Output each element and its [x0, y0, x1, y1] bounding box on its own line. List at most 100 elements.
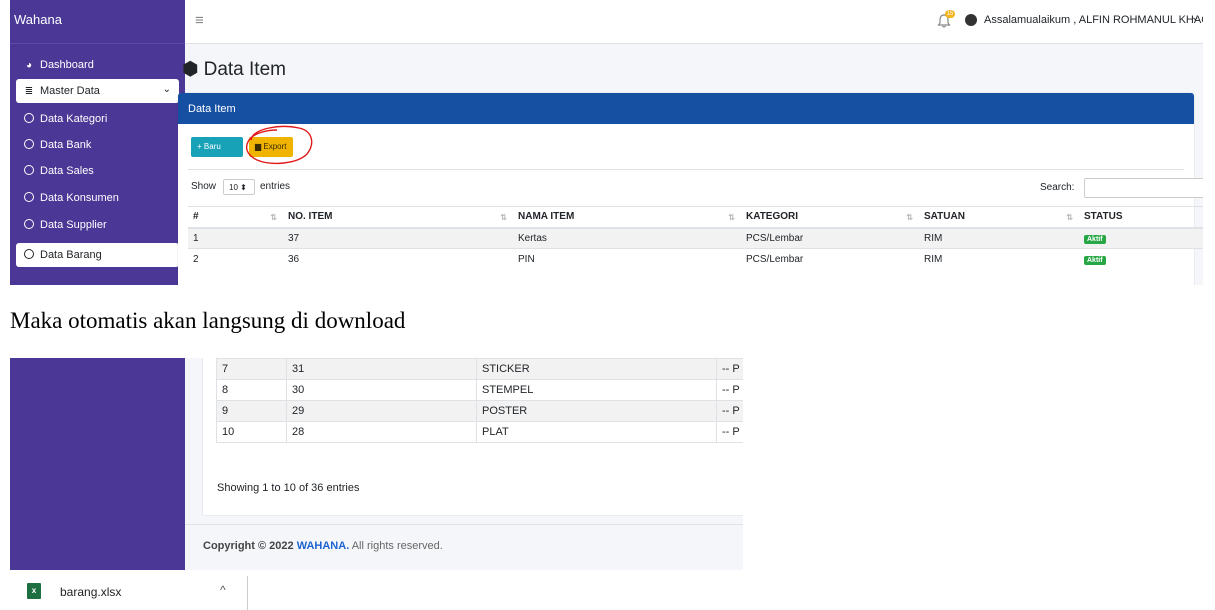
- sort-icon: ⇅: [1066, 213, 1073, 222]
- document-caption: Maka otomatis akan langsung di download: [10, 308, 406, 333]
- column-header[interactable]: SATUAN ⇅: [919, 206, 1079, 229]
- cell-no-item: 31: [286, 358, 477, 380]
- sidebar-brand[interactable]: Wahana: [10, 0, 185, 44]
- card-divider: [188, 169, 1184, 170]
- footer-copyright: Copyright © 2022 WAHANA. All rights rese…: [203, 540, 443, 552]
- cell-number: 7: [216, 358, 287, 380]
- cell-number: 2: [188, 248, 283, 270]
- cell-nama-item: POSTER: [476, 400, 717, 422]
- cell-no-item: 37: [283, 227, 513, 249]
- entries-per-page-select[interactable]: 10 ⬍: [223, 179, 255, 195]
- column-header[interactable]: # ⇅: [188, 206, 283, 229]
- user-avatar-icon: [965, 14, 977, 26]
- table-info: Showing 1 to 10 of 36 entries: [217, 482, 360, 494]
- red-annotation-circle: [245, 125, 313, 165]
- column-header[interactable]: NO. ITEM ⇅: [283, 206, 513, 229]
- cell-number: 1: [188, 227, 283, 249]
- user-greeting[interactable]: Assalamualaikum , ALFIN ROHMANUL KHAQI: [984, 14, 1203, 26]
- dashboard-icon: ◕: [25, 60, 33, 71]
- download-filename[interactable]: barang.xlsx: [60, 585, 121, 599]
- sidebar: [10, 358, 185, 570]
- new-item-button[interactable]: + Baru: [191, 137, 243, 157]
- database-icon: ≣: [24, 86, 34, 97]
- cell-nama-item: PLAT: [476, 421, 717, 443]
- footer-brand-link[interactable]: WAHANA.: [297, 540, 350, 552]
- circle-icon: [24, 192, 34, 202]
- download-bar: x barang.xlsx ^: [0, 574, 1215, 610]
- sort-arrows-icon: ⬍: [240, 183, 247, 192]
- search-input[interactable]: [1084, 178, 1203, 198]
- circle-icon: [24, 165, 34, 175]
- notification-badge: 15: [945, 10, 955, 18]
- cell-number: 9: [216, 400, 287, 422]
- cell-kategori: PCS/Lembar: [741, 227, 919, 249]
- data-item-card: Data Item + Baru ▆ Export Show 10 ⬍ entr…: [178, 93, 1203, 285]
- page-title: ⬢ Data Item: [182, 59, 286, 80]
- card-header: Data Item: [178, 93, 1194, 124]
- chevron-down-icon[interactable]: ⌄: [1191, 12, 1199, 23]
- sort-icon: ⇅: [906, 213, 913, 222]
- chevron-down-icon: ⌄: [162, 84, 171, 95]
- table-row: 10 28 PLAT -- P: [216, 421, 743, 443]
- footer-divider: [185, 524, 743, 525]
- cell-kategori: -- P: [716, 421, 743, 443]
- sidebar-item-data-barang[interactable]: Data Barang: [16, 243, 179, 267]
- entries-label: entries: [260, 181, 291, 192]
- table-header-row: # ⇅ NO. ITEM ⇅ NAMA ITEM ⇅ KATEGORI ⇅ SATUAN…: [188, 206, 1203, 229]
- cell-number: 10: [216, 421, 287, 443]
- chevron-up-icon[interactable]: ^: [220, 583, 226, 597]
- cell-number: 8: [216, 379, 287, 401]
- cell-nama-item: STICKER: [476, 358, 717, 380]
- cell-satuan: RIM: [919, 248, 1079, 270]
- circle-icon: [24, 219, 34, 229]
- cell-kategori: -- P: [716, 400, 743, 422]
- sidebar-item-data-supplier[interactable]: Data Supplier: [16, 213, 179, 237]
- sidebar-item-data-sales[interactable]: Data Sales: [16, 159, 179, 183]
- circle-icon: [24, 249, 34, 259]
- data-table: # ⇅ NO. ITEM ⇅ NAMA ITEM ⇅ KATEGORI ⇅ SATUAN…: [188, 206, 1203, 270]
- sort-icon: ⇅: [270, 213, 277, 222]
- sidebar: Wahana ◕ Dashboard ≣ Master Data ⌄ Data Ka…: [10, 0, 185, 285]
- cell-nama-item: Kertas: [513, 227, 741, 249]
- sidebar-item-data-kategori[interactable]: Data Kategori: [16, 107, 179, 131]
- cell-status: Aktif: [1079, 248, 1203, 270]
- circle-icon: [24, 139, 34, 149]
- status-badge: Aktif: [1084, 234, 1106, 244]
- cell-no-item: 29: [286, 400, 477, 422]
- table-row: 9 29 POSTER -- P: [216, 400, 743, 422]
- search-label: Search:: [1040, 182, 1075, 193]
- cell-no-item: 36: [283, 248, 513, 270]
- sidebar-item-master-data[interactable]: ≣ Master Data ⌄: [16, 79, 179, 103]
- show-label: Show: [191, 181, 217, 192]
- table-row: 2 36 PIN PCS/Lembar RIM Aktif ✎: [188, 248, 1203, 270]
- table-row: 7 31 STICKER -- P: [216, 358, 743, 380]
- data-table: 7 31 STICKER -- P 8 30 STEMPEL -- P 9 29…: [216, 358, 743, 443]
- sort-icon: ⇅: [728, 213, 735, 222]
- sort-icon: ⇅: [500, 213, 507, 222]
- cell-nama-item: STEMPEL: [476, 379, 717, 401]
- table-row: 1 37 Kertas PCS/Lembar RIM Aktif ✎: [188, 227, 1203, 249]
- cell-status: Aktif: [1079, 227, 1203, 249]
- cell-satuan: RIM: [919, 227, 1079, 249]
- column-header[interactable]: STATUS⇅: [1079, 206, 1203, 229]
- cell-kategori: -- P: [716, 358, 743, 380]
- sidebar-item-data-konsumen[interactable]: Data Konsumen: [16, 186, 179, 210]
- cell-nama-item: PIN: [513, 248, 741, 270]
- table-row: 8 30 STEMPEL -- P: [216, 379, 743, 401]
- sidebar-item-data-bank[interactable]: Data Bank: [16, 133, 179, 157]
- column-header[interactable]: KATEGORI ⇅: [741, 206, 919, 229]
- cell-no-item: 30: [286, 379, 477, 401]
- cube-icon: ⬢: [182, 59, 199, 80]
- excel-file-icon: x: [27, 583, 41, 599]
- top-navbar: ≡ 15 Assalamualaikum , ALFIN ROHMANUL KH…: [185, 0, 1203, 44]
- cell-kategori: -- P: [716, 379, 743, 401]
- plus-icon: +: [197, 142, 204, 151]
- admin-screenshot-top: Wahana ◕ Dashboard ≣ Master Data ⌄ Data Ka…: [10, 0, 1203, 285]
- download-bar-divider: [247, 576, 248, 610]
- admin-screenshot-bottom: 7 31 STICKER -- P 8 30 STEMPEL -- P 9 29…: [10, 358, 743, 570]
- cell-no-item: 28: [286, 421, 477, 443]
- hamburger-menu-icon[interactable]: ≡: [195, 12, 204, 29]
- sidebar-item-dashboard[interactable]: ◕ Dashboard: [16, 53, 179, 77]
- cell-kategori: PCS/Lembar: [741, 248, 919, 270]
- column-header[interactable]: NAMA ITEM ⇅: [513, 206, 741, 229]
